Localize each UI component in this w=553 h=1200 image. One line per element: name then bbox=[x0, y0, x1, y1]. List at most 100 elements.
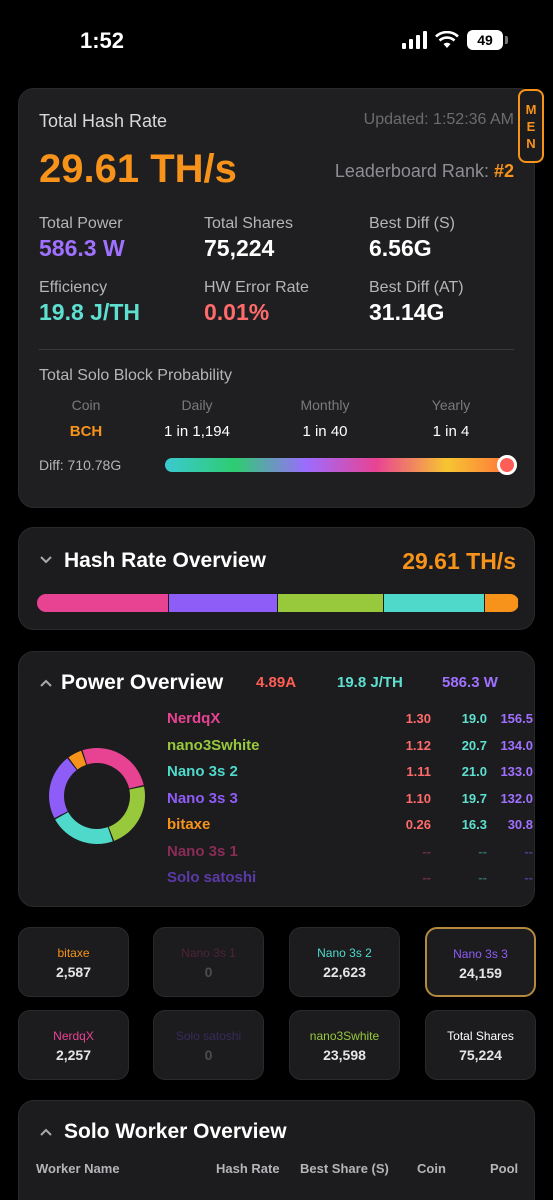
tile-value: 2,587 bbox=[55, 964, 92, 980]
tile-value: 0 bbox=[204, 964, 213, 980]
worker-name: nano3Swhite bbox=[167, 736, 260, 754]
worker-name: NerdqX bbox=[167, 710, 221, 727]
donut-slice bbox=[55, 812, 113, 844]
col-best-share[interactable]: Best Share (S) bbox=[300, 1161, 389, 1176]
worker-watts: 133.0 bbox=[500, 764, 533, 779]
hashrate-segment bbox=[169, 594, 278, 612]
stat-value: 0.01% bbox=[204, 299, 270, 325]
power-row: Nano 3s 1 -- -- -- bbox=[167, 842, 533, 869]
status-time: 1:52 bbox=[80, 28, 125, 53]
tile-value: 2,257 bbox=[55, 1047, 92, 1063]
worker-amps: 1.30 bbox=[405, 711, 431, 726]
worker-amps: 1.11 bbox=[406, 764, 431, 779]
stat-value: 586.3 W bbox=[39, 235, 125, 261]
tile-value: 23,598 bbox=[323, 1047, 366, 1063]
stat-value: 31.14G bbox=[369, 299, 445, 325]
tile-name: bitaxe bbox=[57, 946, 90, 960]
hashrate-segment bbox=[484, 594, 519, 612]
wifi-icon bbox=[435, 31, 459, 48]
worker-name: Nano 3s 1 bbox=[167, 842, 238, 860]
tile-name: Total Shares bbox=[447, 1029, 514, 1043]
col-coin[interactable]: Coin bbox=[417, 1161, 446, 1176]
power-row: Solo satoshi -- -- -- bbox=[167, 869, 533, 895]
leaderboard-rank[interactable]: Leaderboard Rank: #2 bbox=[335, 161, 514, 182]
shares-tile[interactable]: Solo satoshi 0 bbox=[153, 1010, 264, 1080]
worker-amps: 1.12 bbox=[405, 737, 431, 753]
worker-name: Nano 3s 2 bbox=[167, 763, 238, 780]
stat-value: 75,224 bbox=[204, 235, 275, 261]
stat-label: Best Diff (S) bbox=[369, 215, 455, 232]
worker-watts: -- bbox=[524, 870, 533, 885]
col-hash-rate[interactable]: Hash Rate bbox=[216, 1161, 280, 1176]
hashrate-segment bbox=[383, 594, 485, 612]
power-row: Nano 3s 2 1.11 21.0 133.0 bbox=[167, 763, 533, 789]
power-row: NerdqX 1.30 19.0 156.5 bbox=[167, 710, 533, 736]
worker-name: bitaxe bbox=[167, 816, 211, 833]
tile-value: 75,224 bbox=[459, 1047, 502, 1063]
worker-efficiency: 21.0 bbox=[461, 764, 487, 779]
shares-tile[interactable]: Total Shares 75,224 bbox=[425, 1010, 536, 1080]
divider bbox=[39, 349, 514, 350]
stat-value: 19.8 J/TH bbox=[39, 299, 140, 325]
tile-value: 0 bbox=[204, 1047, 213, 1063]
stat-label: Total Power bbox=[39, 215, 123, 232]
power-watts: 586.3 W bbox=[442, 674, 498, 691]
worker-efficiency: 19.7 bbox=[461, 790, 487, 806]
shares-tile[interactable]: bitaxe 2,587 bbox=[18, 927, 129, 997]
hashrate-segment bbox=[37, 594, 170, 612]
prob-value: 1 in 4 bbox=[432, 423, 470, 440]
worker-name: Nano 3s 3 bbox=[167, 789, 238, 807]
chevron-down-icon[interactable] bbox=[39, 555, 53, 565]
worker-amps: 1.10 bbox=[405, 790, 431, 806]
prob-col-yearly: Yearly 1 in 4 bbox=[396, 397, 506, 440]
shares-tile[interactable]: NerdqX 2,257 bbox=[18, 1010, 129, 1080]
solo-probability-title: Total Solo Block Probability bbox=[39, 367, 232, 384]
donut-slice bbox=[49, 758, 77, 819]
power-row: nano3Swhite 1.12 20.7 134.0 bbox=[167, 736, 533, 763]
chevron-up-icon[interactable] bbox=[39, 1127, 53, 1137]
worker-amps: -- bbox=[422, 870, 431, 885]
menu-letter: N bbox=[526, 135, 536, 151]
chevron-up-icon[interactable] bbox=[39, 678, 53, 688]
status-bar: 1:52 49 bbox=[0, 0, 553, 80]
signal-icon bbox=[402, 31, 427, 49]
stat-label: Best Diff (AT) bbox=[369, 279, 464, 296]
stat-label: Total Shares bbox=[204, 215, 293, 232]
hashrate-segment bbox=[277, 594, 384, 612]
power-donut-chart bbox=[49, 748, 145, 844]
hash-overview-value: 29.61 TH/s bbox=[402, 548, 516, 574]
shares-tile[interactable]: Nano 3s 2 22,623 bbox=[289, 927, 400, 997]
power-row: bitaxe 0.26 16.3 30.8 bbox=[167, 816, 533, 842]
diff-label: Diff: 710.78G bbox=[39, 457, 122, 473]
menu-tab[interactable]: M E N bbox=[518, 89, 544, 163]
hash-rate-card: Total Hash Rate Updated: 1:52:36 AM 29.6… bbox=[18, 88, 544, 508]
worker-watts: 156.5 bbox=[500, 711, 533, 726]
stat-label: HW Error Rate bbox=[204, 279, 309, 296]
hash-rate-overview-card[interactable]: Hash Rate Overview 29.61 TH/s bbox=[18, 527, 535, 630]
rank-label: Leaderboard Rank: bbox=[334, 161, 489, 181]
shares-tile[interactable]: nano3Swhite 23,598 bbox=[289, 1010, 400, 1080]
stat-value: 6.56G bbox=[369, 235, 432, 261]
status-icons: 49 bbox=[402, 30, 508, 50]
shares-tile[interactable]: Nano 3s 3 24,159 bbox=[425, 927, 536, 997]
solo-worker-title: Solo Worker Overview bbox=[64, 1120, 287, 1143]
stat-label: Efficiency bbox=[39, 279, 108, 296]
donut-slice bbox=[108, 786, 145, 841]
worker-amps: -- bbox=[422, 843, 431, 859]
hash-overview-title: Hash Rate Overview bbox=[64, 549, 266, 572]
prob-col-daily: Daily 1 in 1,194 bbox=[142, 397, 252, 440]
power-overview-title: Power Overview bbox=[61, 671, 224, 694]
shares-tile[interactable]: Nano 3s 1 0 bbox=[153, 927, 264, 997]
col-worker-name[interactable]: Worker Name bbox=[36, 1161, 120, 1176]
stat-best-diff-at: Best Diff (AT) 31.14G bbox=[369, 279, 464, 326]
stat-total-power: Total Power 586.3 W bbox=[39, 215, 125, 262]
stat-hw-error-rate: HW Error Rate 0.01% bbox=[204, 279, 309, 326]
prob-value: 1 in 1,194 bbox=[164, 423, 230, 440]
col-pool[interactable]: Pool bbox=[490, 1161, 518, 1176]
worker-watts: 132.0 bbox=[500, 790, 533, 806]
difficulty-knob bbox=[497, 455, 517, 475]
tile-name: NerdqX bbox=[53, 1029, 94, 1043]
stat-total-shares: Total Shares 75,224 bbox=[204, 215, 293, 262]
total-hashrate: 29.61 TH/s bbox=[39, 147, 237, 191]
tile-value: 22,623 bbox=[323, 964, 366, 980]
